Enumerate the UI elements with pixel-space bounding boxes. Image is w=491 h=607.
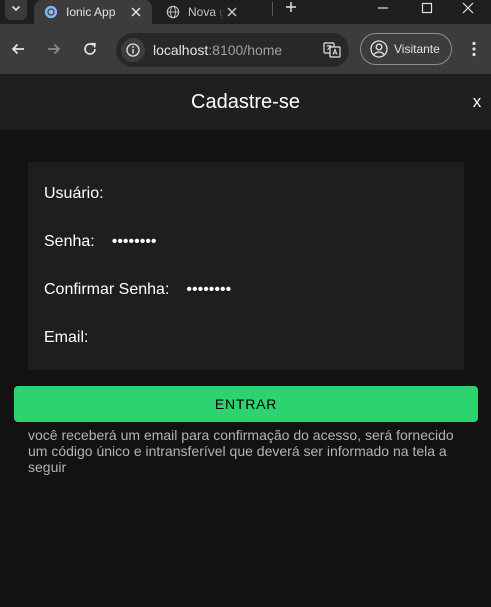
reload-button[interactable] (78, 37, 102, 61)
app-content: Usuário: Senha: Confirmar Senha: Email: … (0, 130, 491, 607)
field-usuario[interactable]: Usuário: (44, 170, 271, 218)
browser-menu-button[interactable] (464, 38, 484, 60)
field-label: Usuário: (44, 185, 104, 202)
guest-avatar-icon (370, 40, 388, 58)
arrow-left-icon (11, 43, 24, 55)
field-email[interactable]: Email: (44, 314, 256, 362)
close-icon (227, 7, 237, 17)
url-path: :8100/home (208, 42, 283, 58)
field-confirmar-senha[interactable]: Confirmar Senha: (44, 266, 337, 314)
close-icon (462, 2, 474, 14)
more-vertical-icon (472, 41, 476, 57)
close-window-button[interactable] (445, 0, 491, 16)
reload-icon (84, 42, 96, 55)
app-header: Cadastre-se x (0, 74, 491, 130)
minimize-icon (378, 7, 388, 9)
close-icon (131, 7, 141, 17)
tab-label: Nova guia (188, 5, 224, 19)
field-label: Senha: (44, 233, 95, 250)
field-senha[interactable]: Senha: (44, 218, 262, 266)
info-icon (126, 43, 140, 57)
forward-button[interactable] (42, 37, 66, 61)
confirm-password-input[interactable] (186, 281, 337, 299)
arrow-right-icon (48, 43, 61, 55)
plus-icon (286, 2, 296, 12)
tab-separator (272, 2, 273, 16)
field-label: Confirmar Senha: (44, 281, 170, 298)
register-form: Usuário: Senha: Confirmar Senha: Email: (28, 162, 464, 370)
browser-tab-ionic-app[interactable]: Ionic App (34, 0, 152, 24)
tab-close-button[interactable] (224, 4, 240, 20)
chevron-down-icon (11, 5, 21, 12)
globe-icon (166, 5, 180, 19)
tab-label: Ionic App (66, 5, 116, 19)
username-input[interactable] (120, 185, 271, 203)
tab-close-button[interactable] (128, 4, 144, 20)
chrome-favicon-icon (44, 5, 58, 19)
tab-search-button[interactable] (5, 0, 27, 20)
back-button[interactable] (6, 37, 30, 61)
minimize-button[interactable] (360, 0, 406, 16)
close-modal-button[interactable]: x (466, 74, 488, 130)
browser-tab-nova-guia[interactable]: Nova guia (156, 0, 248, 24)
submit-button[interactable]: ENTRAR (14, 386, 478, 422)
confirmation-hint: você receberá um email para confirmação … (28, 427, 454, 475)
maximize-icon (421, 2, 433, 14)
page-title: Cadastre-se (191, 91, 300, 113)
browser-toolbar: localhost:8100/home Visitante (0, 24, 491, 74)
tab-strip: Ionic App Nova guia (0, 0, 491, 24)
profile-button[interactable]: Visitante (360, 33, 452, 65)
new-tab-button[interactable] (282, 0, 300, 16)
maximize-button[interactable] (404, 0, 450, 16)
field-label: Email: (44, 329, 89, 346)
address-bar[interactable]: localhost:8100/home (116, 33, 349, 67)
email-input[interactable] (105, 329, 256, 347)
url-text: localhost:8100/home (153, 42, 282, 58)
profile-label: Visitante (394, 42, 440, 56)
url-host: localhost (153, 42, 209, 58)
site-info-button[interactable] (121, 38, 145, 62)
password-input[interactable] (111, 233, 262, 251)
translate-icon[interactable] (323, 41, 341, 59)
